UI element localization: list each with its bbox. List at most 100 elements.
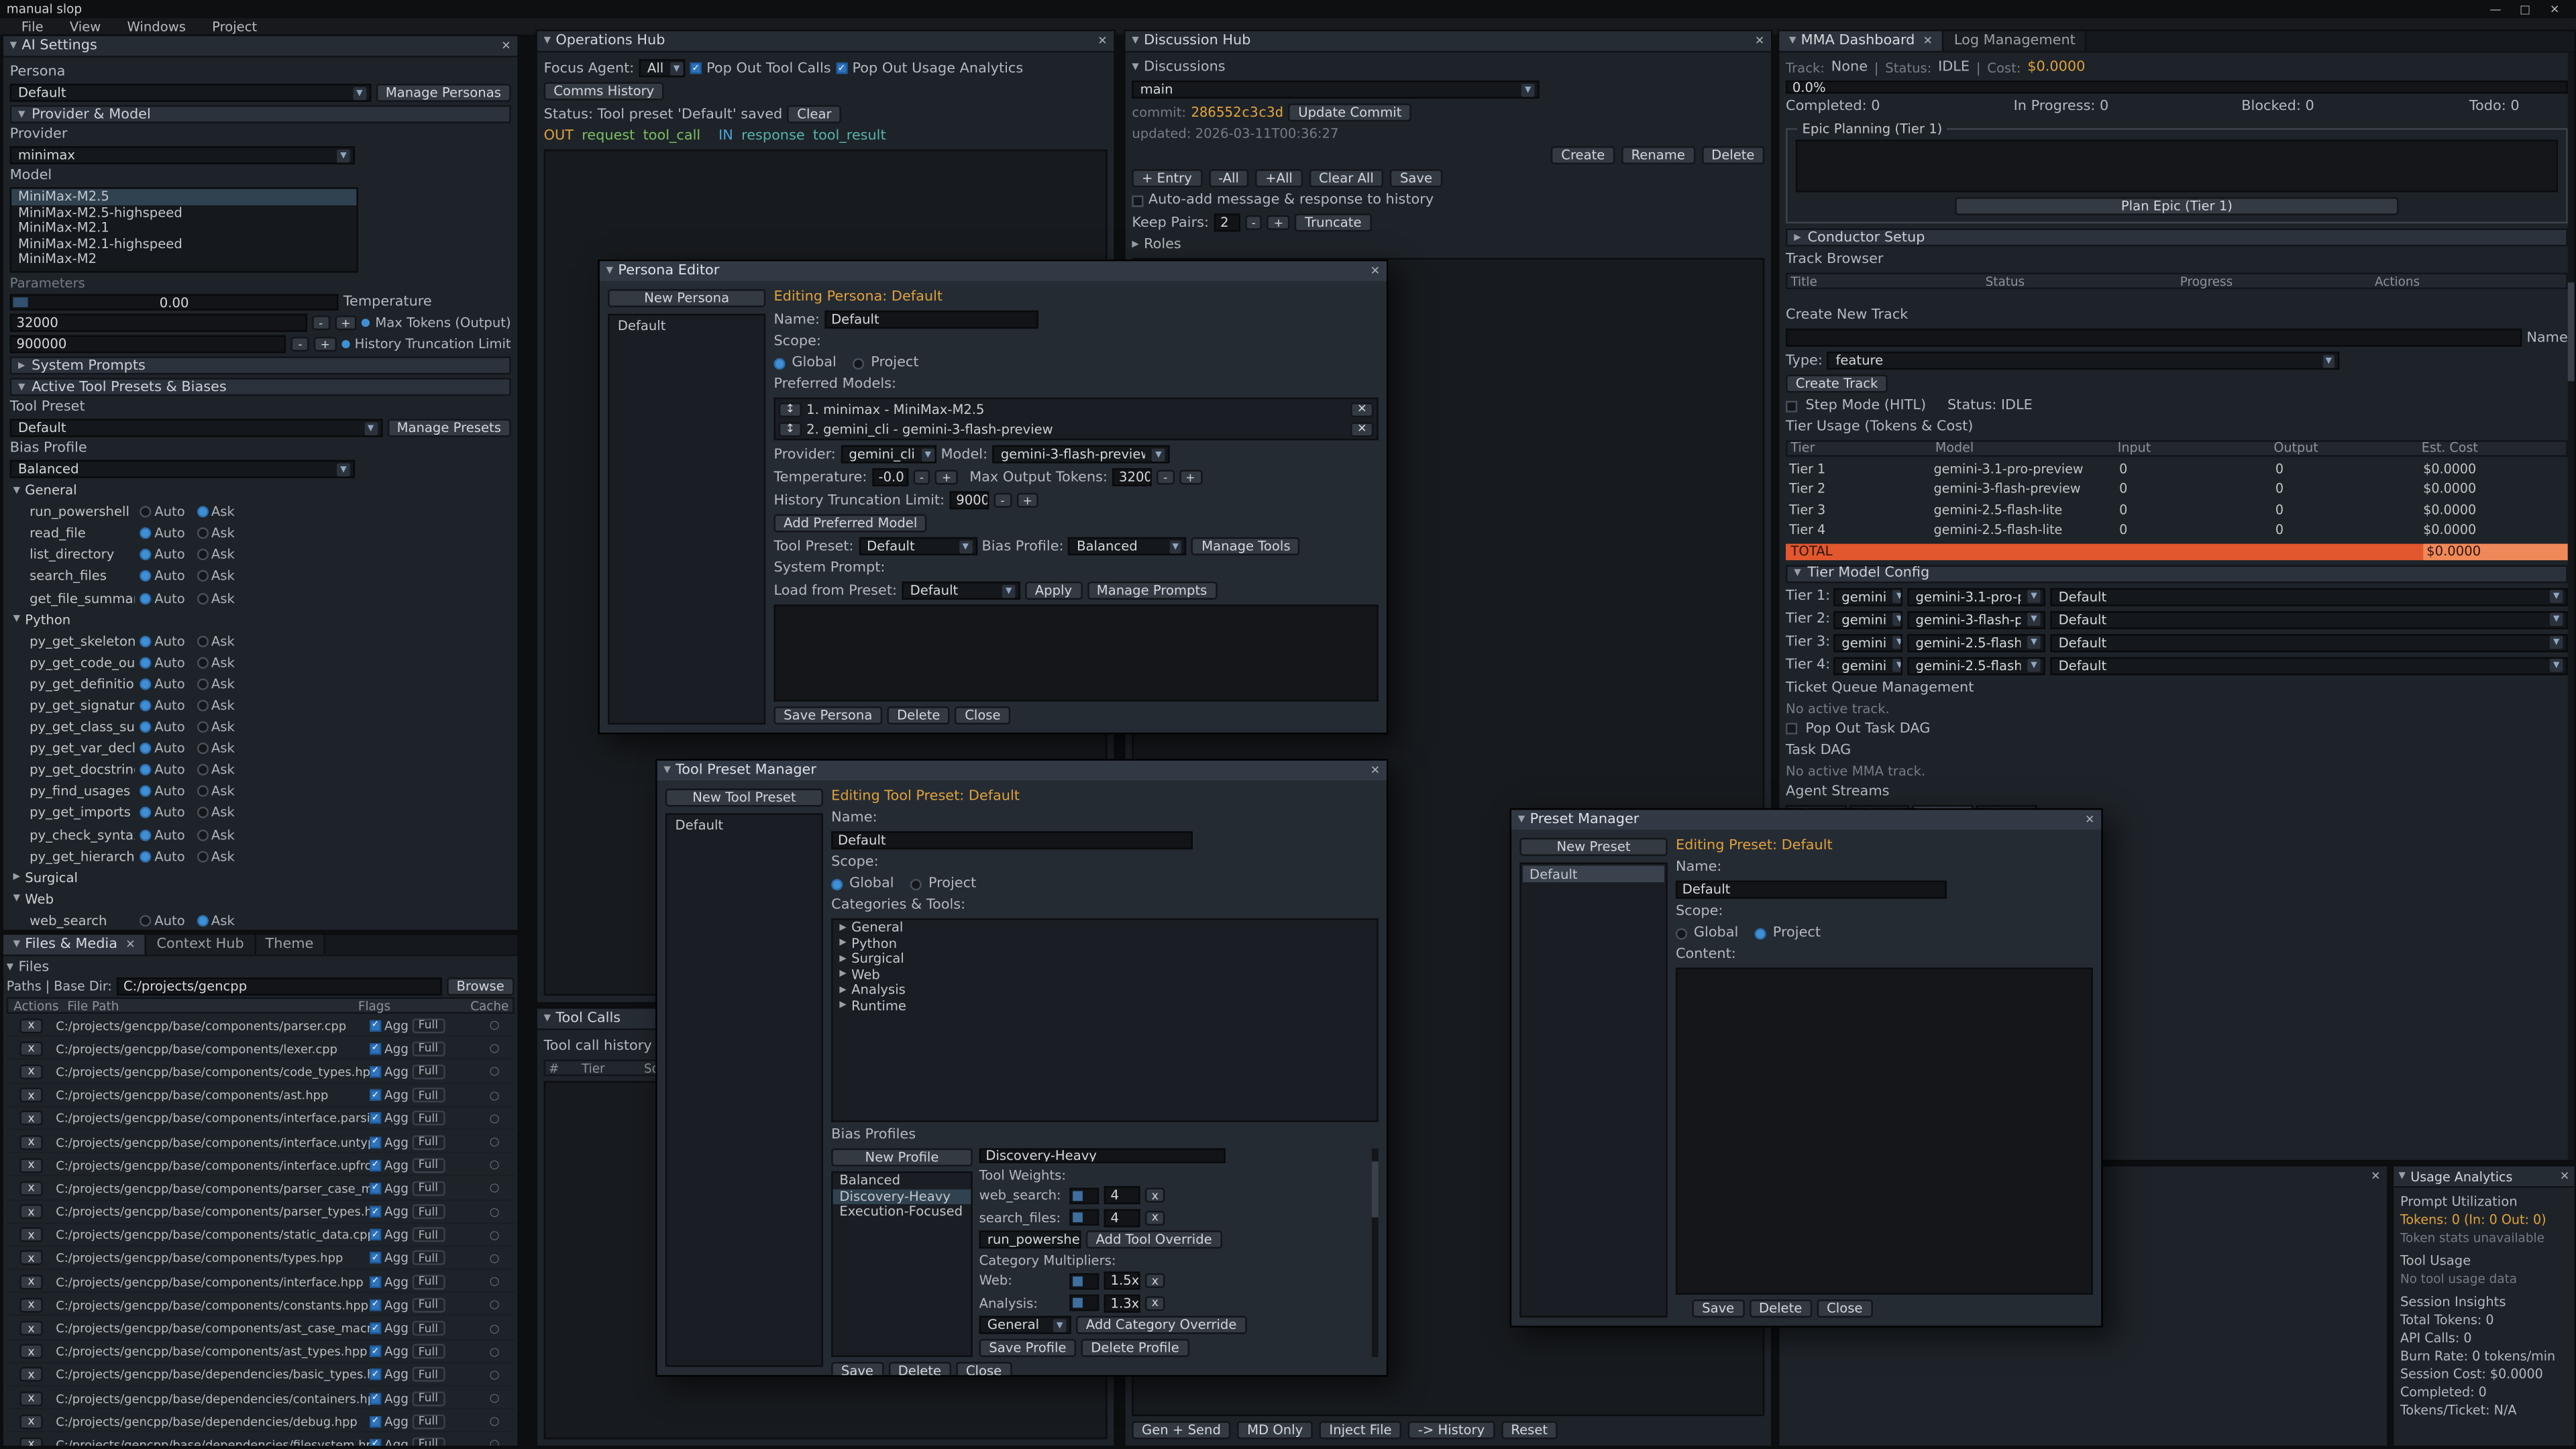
auto-radio[interactable] [140,657,151,668]
ask-radio[interactable] [197,915,208,926]
remove-file-button[interactable]: x [19,1251,43,1266]
full-flag-chip[interactable]: Full [412,1297,445,1312]
decrement-button[interactable]: - [312,315,329,330]
remove-file-button[interactable]: x [19,1414,43,1429]
chevron-down-icon[interactable]: ▼ [606,266,613,276]
agg-checkbox[interactable]: ✓ [370,1415,381,1427]
tier-provider-dropdown[interactable]: gemini ▼ [1833,588,1902,606]
ask-radio[interactable] [197,851,208,862]
scope-project-radio[interactable] [1755,927,1766,938]
scrollbar[interactable] [2568,52,2575,1160]
delete-preset-button[interactable]: Delete [1749,1299,1812,1318]
ask-radio[interactable] [197,678,208,690]
agg-checkbox[interactable]: ✓ [370,1159,381,1171]
increment-button[interactable]: + [334,315,357,330]
auto-radio[interactable] [140,700,151,711]
manage-presets-button[interactable]: Manage Presets [387,419,511,437]
tab-mma-dashboard[interactable]: ▼ MMA Dashboard ✕ [1779,32,1944,51]
category-item[interactable]: ▶ Web [833,967,1377,982]
md-only-button[interactable]: MD Only [1237,1421,1313,1439]
chevron-down-icon[interactable]: ▼ [1518,815,1525,825]
scope-project-radio[interactable] [910,878,922,890]
new-preset-button[interactable]: New Preset [1519,838,1667,856]
menu-item[interactable]: File [10,19,55,34]
scrollbar-thumb[interactable] [1372,1161,1379,1217]
remove-file-button[interactable]: x [19,1181,43,1196]
temperature-slider[interactable]: 0.00 [10,294,339,310]
remove-file-button[interactable]: x [19,1088,43,1103]
model-dropdown[interactable]: gemini-3-flash-preview ▼ [992,445,1169,464]
tier-provider-dropdown[interactable]: gemini ▼ [1833,633,1902,651]
full-flag-chip[interactable]: Full [412,1181,445,1196]
full-flag-chip[interactable]: Full [412,1134,445,1149]
persona-list-item[interactable]: Default [611,317,762,333]
max-tokens-input[interactable]: 32000 [10,314,307,332]
clear-all-button[interactable]: Clear All [1309,169,1383,187]
max-output-input[interactable]: 32000 [1112,468,1152,486]
chevron-down-icon[interactable]: ▼ [10,41,17,51]
multiplier-value[interactable]: 1.3x [1104,1294,1140,1312]
auto-radio[interactable] [140,592,151,604]
full-flag-chip[interactable]: Full [412,1041,445,1056]
scope-global-radio[interactable] [773,358,785,369]
remove-file-button[interactable]: x [19,1228,43,1242]
agg-checkbox[interactable]: ✓ [370,1323,381,1334]
delete-tool-preset-button[interactable]: Delete [888,1361,951,1375]
ask-radio[interactable] [197,528,208,539]
agg-checkbox[interactable]: ✓ [370,1043,381,1055]
group-chevron-icon[interactable]: ▶ [13,873,20,883]
persona-dropdown[interactable]: Default ▼ [10,84,371,102]
provider-model-section[interactable]: ▼ Provider & Model [10,105,511,123]
remove-model-button[interactable]: ✕ [1350,402,1373,417]
provider-dropdown[interactable]: minimax ▼ [10,146,355,164]
ask-radio[interactable] [197,549,208,561]
auto-radio[interactable] [140,678,151,690]
increment-button[interactable]: + [935,470,958,484]
increment-button[interactable]: + [1267,215,1290,230]
full-flag-chip[interactable]: Full [412,1438,445,1446]
conductor-setup-section[interactable]: ▶ Conductor Setup [1786,228,2568,246]
tier-model-dropdown[interactable]: gemini-3-flash-preview ▼ [1907,610,2045,629]
save-preset-button[interactable]: Save [1692,1299,1743,1318]
model-list-item[interactable]: MiniMax-M2.5-highspeed [11,205,356,220]
close-icon[interactable]: ✕ [2560,1170,2569,1183]
plan-epic-button[interactable]: Plan Epic (Tier 1) [1955,197,2398,215]
category-item[interactable]: ▶ General [833,920,1377,935]
remove-file-button[interactable]: x [19,1065,43,1079]
auto-radio[interactable] [140,764,151,775]
ask-radio[interactable] [197,721,208,733]
reset-button[interactable]: Reset [1501,1421,1558,1439]
track-type-dropdown[interactable]: feature ▼ [1827,352,2340,370]
new-persona-button[interactable]: New Persona [608,289,765,307]
auto-radio[interactable] [140,786,151,797]
close-dialog-button[interactable]: Close [955,706,1011,724]
decrement-button[interactable]: - [292,337,309,352]
bias-profile-dropdown[interactable]: Balanced ▼ [1069,537,1187,555]
full-flag-chip[interactable]: Full [412,1414,445,1429]
comms-history-button[interactable]: Comms History [544,82,664,100]
agg-checkbox[interactable]: ✓ [370,1369,381,1381]
ask-radio[interactable] [197,764,208,775]
tier-model-dropdown[interactable]: gemini-2.5-flash-lite ▼ [1907,633,2045,651]
full-flag-chip[interactable]: Full [412,1251,445,1266]
category-item[interactable]: ▶ Sur­gical [833,951,1377,967]
model-list-item[interactable]: MiniMax-M2.1-highspeed [11,235,356,251]
load-preset-dropdown[interactable]: Default ▼ [902,582,1020,600]
chevron-down-icon[interactable]: ▼ [544,36,551,46]
step-mode-checkbox[interactable]: ✓ [1786,400,1797,411]
increment-button[interactable]: + [314,337,337,352]
remove-file-button[interactable]: x [19,1344,43,1359]
auto-radio[interactable] [140,571,151,582]
agg-checkbox[interactable]: ✓ [370,1276,381,1287]
remove-file-button[interactable]: x [19,1018,43,1032]
ask-radio[interactable] [197,700,208,711]
tier-model-config-section[interactable]: ▼ Tier Model Config [1786,564,2568,582]
decrement-button[interactable]: - [913,470,930,484]
persona-name-input[interactable] [824,311,1038,329]
increment-button[interactable]: + [1016,493,1039,508]
add-category-override-button[interactable]: Add Category Override [1076,1316,1246,1334]
history-limit-input[interactable]: 900000 [10,335,287,354]
chevron-down-icon[interactable]: ▼ [1132,62,1138,72]
ask-radio[interactable] [197,571,208,582]
auto-radio[interactable] [140,808,151,819]
